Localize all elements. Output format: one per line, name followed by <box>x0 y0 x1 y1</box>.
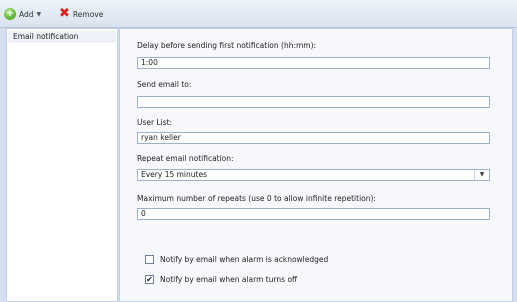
dropdown-arrow-icon[interactable]: ▼ <box>474 170 489 180</box>
user-list-input[interactable]: ryan keller <box>137 132 490 144</box>
sidebar: Email notification <box>6 28 118 302</box>
notify-ack-label: Notify by email when alarm is acknowledg… <box>160 255 329 264</box>
notify-off-label: Notify by email when alarm turns off <box>160 275 298 284</box>
chevron-down-icon: ▼ <box>36 10 42 18</box>
sidebar-item-email-notification[interactable]: Email notification <box>8 31 116 43</box>
remove-icon: ✖ <box>59 6 70 21</box>
notify-off-row[interactable]: ✔ Notify by email when alarm turns off <box>145 275 297 284</box>
user-list-value: ryan keller <box>141 133 181 142</box>
notify-off-checkbox[interactable]: ✔ <box>145 275 154 284</box>
add-button-label: Add <box>19 9 34 19</box>
repeat-value: Every 15 minutes <box>141 170 207 179</box>
notify-ack-row[interactable]: Notify by email when alarm is acknowledg… <box>145 255 328 264</box>
add-button[interactable]: + Add ▼ <box>4 8 41 20</box>
repeat-label: Repeat email notification: <box>137 154 234 163</box>
delay-value: 1:00 <box>141 58 158 67</box>
toolbar: + Add ▼ ✖ Remove <box>0 0 517 28</box>
delay-input[interactable]: 1:00 <box>137 57 490 69</box>
send-to-input[interactable] <box>137 96 490 108</box>
remove-button-label: Remove <box>72 9 104 19</box>
add-icon: + <box>4 8 16 20</box>
settings-panel: Delay before sending first notification … <box>119 28 513 302</box>
repeat-select[interactable]: Every 15 minutes ▼ <box>137 169 490 181</box>
max-repeats-input[interactable]: 0 <box>137 208 490 220</box>
remove-button[interactable]: ✖ Remove <box>59 6 104 21</box>
delay-label: Delay before sending first notification … <box>137 41 317 50</box>
sidebar-item-label: Email notification <box>13 32 79 41</box>
user-list-label: User List: <box>137 118 173 127</box>
max-repeats-label: Maximum number of repeats (use 0 to allo… <box>137 194 376 203</box>
send-to-label: Send email to: <box>137 80 192 89</box>
max-repeats-value: 0 <box>141 209 146 218</box>
notify-ack-checkbox[interactable] <box>145 255 154 264</box>
